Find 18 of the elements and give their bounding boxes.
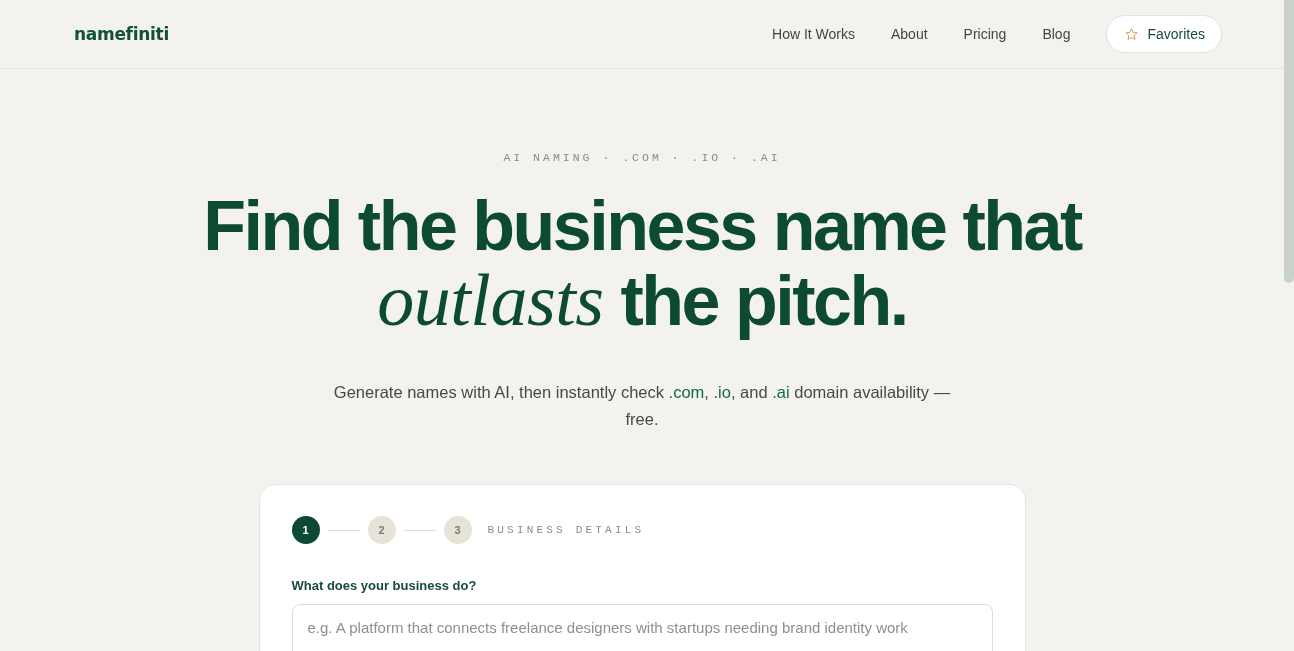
nav-link[interactable]: Pricing bbox=[963, 26, 1007, 42]
nav-link[interactable]: How It Works bbox=[772, 26, 855, 42]
headline: Find the business name that bbox=[203, 189, 1081, 263]
step-title: BUSINESS DETAILS bbox=[487, 524, 645, 536]
step-indicator: 3 bbox=[443, 516, 472, 544]
subtitle: Generate names with AI, then instantly check .com, .io, and .ai domain availability — free. bbox=[332, 382, 952, 430]
step-indicator: 1 bbox=[291, 516, 320, 544]
nav-link[interactable]: Blog bbox=[1042, 26, 1071, 42]
eyebrow-text: AI NAMING · .COM · .IO · .AI bbox=[503, 151, 781, 165]
scrollbar-thumb[interactable] bbox=[1284, 0, 1294, 283]
star-icon bbox=[1124, 26, 1140, 42]
logo[interactable]: namefiniti bbox=[74, 24, 169, 44]
headline: outlasts the pitch. bbox=[377, 263, 907, 338]
nav-link[interactable]: About bbox=[891, 26, 928, 42]
business-description-field[interactable]: e.g. A platform that connects freelance designers with startups needing brand identity work bbox=[291, 604, 993, 651]
field-label: What does your business do? bbox=[291, 578, 478, 593]
step-indicator: 2 bbox=[367, 516, 396, 544]
favorites-button[interactable]: Favorites bbox=[1106, 15, 1222, 53]
